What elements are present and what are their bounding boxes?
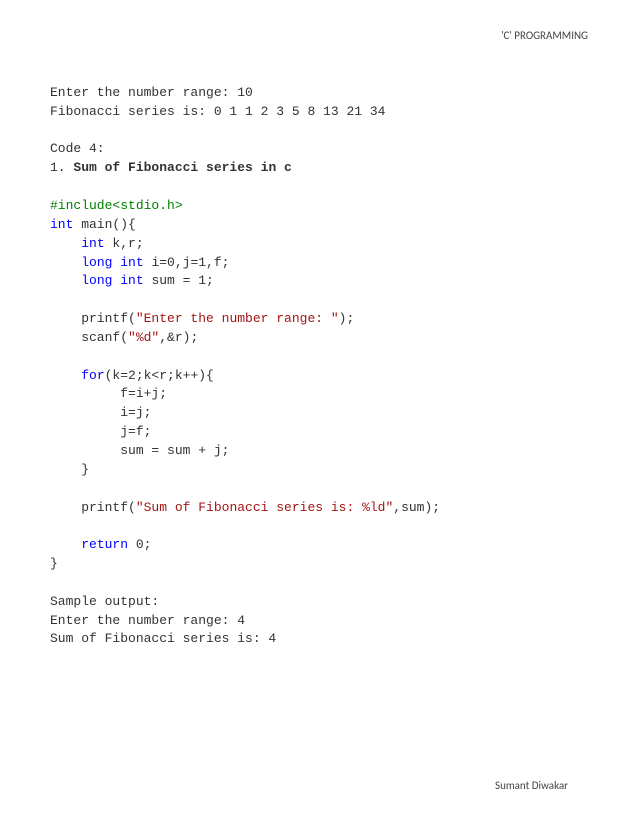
keyword-long-int: long int [81, 273, 143, 288]
output-line-2: Sum of Fibonacci series is: 4 [50, 631, 276, 646]
loop-body-4: sum = sum + j; [50, 443, 229, 458]
for-condition: (k=2;k<r;k++){ [105, 368, 214, 383]
keyword-return: return [81, 537, 128, 552]
output-line-1: Enter the number range: 4 [50, 613, 245, 628]
intro-line-2: Fibonacci series is: 0 1 1 2 3 5 8 13 21… [50, 104, 385, 119]
printf-call: printf( [50, 311, 136, 326]
page-header: 'C' PROGRAMMING [50, 28, 588, 44]
intro-line-1: Enter the number range: 10 [50, 85, 253, 100]
decl-ijf: i=0,j=1,f; [144, 255, 230, 270]
loop-body-2: i=j; [50, 405, 151, 420]
printf-end: ); [339, 311, 355, 326]
decl-kr: k,r; [105, 236, 144, 251]
document-body: Enter the number range: 10 Fibonacci ser… [50, 84, 588, 649]
page-footer: Sumant Diwakar [495, 778, 568, 794]
include-directive: #include<stdio.h> [50, 198, 183, 213]
close-brace: } [50, 462, 89, 477]
decl-sum: sum = 1; [144, 273, 214, 288]
end-brace: } [50, 556, 58, 571]
string-literal: "Enter the number range: " [136, 311, 339, 326]
scanf-call: scanf( [50, 330, 128, 345]
keyword-int: int [50, 217, 73, 232]
string-literal: "%d" [128, 330, 159, 345]
string-literal: "Sum of Fibonacci series is: %ld" [136, 500, 393, 515]
loop-body-3: j=f; [50, 424, 151, 439]
indent [50, 368, 81, 383]
indent [50, 537, 81, 552]
scanf-end: ,&r); [159, 330, 198, 345]
indent [50, 273, 81, 288]
output-label: Sample output: [50, 594, 159, 609]
loop-body-1: f=i+j; [50, 386, 167, 401]
section-title: Sum of Fibonacci series in c [73, 160, 291, 175]
return-val: 0; [128, 537, 151, 552]
indent [50, 255, 81, 270]
indent [50, 236, 81, 251]
keyword-for: for [81, 368, 104, 383]
printf-call: printf( [50, 500, 136, 515]
list-num: 1. [50, 160, 73, 175]
printf-end: ,sum); [393, 500, 440, 515]
main-open: main(){ [73, 217, 135, 232]
keyword-long-int: long int [81, 255, 143, 270]
keyword-int: int [81, 236, 104, 251]
code-label: Code 4: [50, 141, 105, 156]
